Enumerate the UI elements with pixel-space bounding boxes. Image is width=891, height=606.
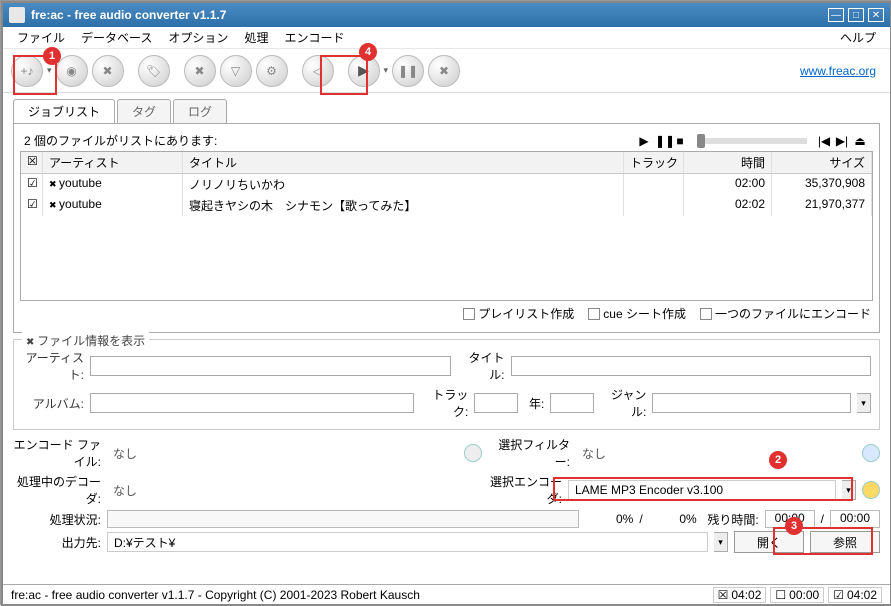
eject-icon[interactable]: ⏏ — [853, 134, 867, 148]
menu-help[interactable]: ヘルプ — [832, 27, 884, 48]
output-label: 出力先: — [13, 534, 101, 551]
fileinfo-toggle[interactable]: ファイル情報を表示 — [22, 332, 149, 349]
col-size[interactable]: サイズ — [772, 152, 872, 173]
time1: 00:00 — [765, 510, 815, 528]
filter-value: なし — [576, 443, 856, 463]
window-title: fre:ac - free audio converter v1.1.7 — [31, 8, 828, 22]
maximize-button[interactable]: □ — [848, 8, 864, 22]
add-cd-button[interactable]: ◉ — [56, 55, 88, 87]
config-button[interactable]: ⚙ — [256, 55, 288, 87]
toolbar: +♪▾ ◉ ✖ 🏷 ✖ ▽ ⚙ ◁ ▶▾ ❚❚ ✖ www.freac.org — [3, 49, 890, 93]
filter-label: 選択フィルター: — [488, 436, 570, 470]
website-link[interactable]: www.freac.org — [800, 64, 876, 78]
add-files-button[interactable]: +♪ — [11, 55, 43, 87]
seek-slider[interactable] — [697, 138, 807, 144]
pct1: 0% — [585, 512, 633, 526]
play-icon[interactable]: ▶ — [637, 134, 651, 148]
year-input[interactable] — [550, 393, 594, 413]
genre-label: ジャンル: — [600, 386, 646, 420]
album-input[interactable] — [90, 393, 414, 413]
app-icon — [9, 7, 25, 23]
output-path-input[interactable]: D:¥テスト¥ — [107, 532, 708, 552]
progress-label: 処理状況: — [13, 511, 101, 528]
decoder-label: 処理中のデコーダ: — [13, 473, 101, 507]
title-input[interactable] — [511, 356, 872, 376]
status-text: fre:ac - free audio converter v1.1.7 - C… — [11, 588, 420, 602]
pause-button[interactable]: ❚❚ — [392, 55, 424, 87]
encfile-icon[interactable] — [464, 444, 482, 462]
menu-process[interactable]: 処理 — [236, 27, 276, 48]
menu-encode[interactable]: エンコード — [276, 27, 352, 48]
remain-label: 残り時間: — [703, 511, 759, 528]
tag-button[interactable]: 🏷 — [138, 55, 170, 87]
year-label: 年: — [524, 395, 544, 412]
genre-dropdown[interactable]: ▾ — [857, 393, 871, 413]
artist-input[interactable] — [90, 356, 451, 376]
close-button[interactable]: ✕ — [868, 8, 884, 22]
track-label: トラック: — [420, 386, 468, 420]
filter-settings-icon[interactable] — [862, 444, 880, 462]
encoder-select[interactable]: LAME MP3 Encoder v3.100 — [568, 480, 836, 500]
track-input[interactable] — [474, 393, 518, 413]
decoder-value: なし — [107, 480, 474, 500]
onefile-checkbox[interactable]: 一つのファイルにエンコード — [700, 305, 871, 322]
share-button[interactable]: ◁ — [302, 55, 334, 87]
prev-icon[interactable]: |◀ — [817, 134, 831, 148]
col-track[interactable]: トラック — [624, 152, 684, 173]
tab-log[interactable]: ログ — [173, 99, 227, 123]
menu-options[interactable]: オプション — [160, 27, 236, 48]
table-row[interactable]: ☑ youtube 寝起きヤシの木 シナモン【歌ってみた】 02:02 21,9… — [21, 195, 872, 216]
open-button[interactable]: 開く — [734, 531, 804, 553]
playlist-checkbox[interactable]: プレイリスト作成 — [463, 305, 574, 322]
progress-bar-1 — [107, 510, 579, 528]
status-time-b: ☐00:00 — [770, 587, 824, 603]
stop-icon[interactable]: ■ — [673, 134, 687, 148]
col-title[interactable]: タイトル — [183, 152, 624, 173]
output-dropdown[interactable]: ▾ — [714, 532, 728, 552]
status-time-a: ☒04:02 — [713, 587, 767, 603]
title-label: タイトル: — [457, 349, 505, 383]
encoder-dropdown[interactable]: ▾ — [842, 480, 856, 500]
list-summary: 2 個のファイルがリストにあります: — [24, 132, 217, 149]
stop-button[interactable]: ✖ — [428, 55, 460, 87]
menu-file[interactable]: ファイル — [9, 27, 73, 48]
table-row[interactable]: ☑ youtube ノリノリちいかわ 02:00 35,370,908 — [21, 174, 872, 195]
browse-button[interactable]: 参照 — [810, 531, 880, 553]
pct2: 0% — [649, 512, 697, 526]
minimize-button[interactable]: — — [828, 8, 844, 22]
col-artist[interactable]: アーティスト — [43, 152, 183, 173]
remove-button[interactable]: ✖ — [92, 55, 124, 87]
settings-button[interactable]: ✖ — [184, 55, 216, 87]
encoder-settings-icon[interactable] — [862, 481, 880, 499]
menubar: ファイル データベース オプション 処理 エンコード ヘルプ — [3, 27, 890, 49]
status-time-c: ☑04:02 — [828, 587, 882, 603]
artist-label: アーティスト: — [22, 349, 84, 383]
time2: 00:00 — [830, 510, 880, 528]
pause-icon[interactable]: ❚❚ — [655, 134, 669, 148]
encfile-value: なし — [107, 443, 458, 463]
joblist-grid: ☒ アーティスト タイトル トラック 時間 サイズ ☑ youtube ノリノリ… — [20, 151, 873, 301]
encoder-label: 選択エンコーダ: — [480, 473, 562, 507]
tab-tag[interactable]: タグ — [117, 99, 171, 123]
next-icon[interactable]: ▶| — [835, 134, 849, 148]
menu-database[interactable]: データベース — [73, 27, 160, 48]
album-label: アルバム: — [22, 395, 84, 412]
filter-button[interactable]: ▽ — [220, 55, 252, 87]
col-time[interactable]: 時間 — [684, 152, 772, 173]
encfile-label: エンコード ファイル: — [13, 436, 101, 470]
genre-input[interactable] — [652, 393, 851, 413]
col-check[interactable]: ☒ — [21, 152, 43, 173]
tab-joblist[interactable]: ジョブリスト — [13, 99, 115, 123]
start-encode-button[interactable]: ▶ — [348, 55, 380, 87]
cue-checkbox[interactable]: cue シート作成 — [588, 305, 686, 322]
